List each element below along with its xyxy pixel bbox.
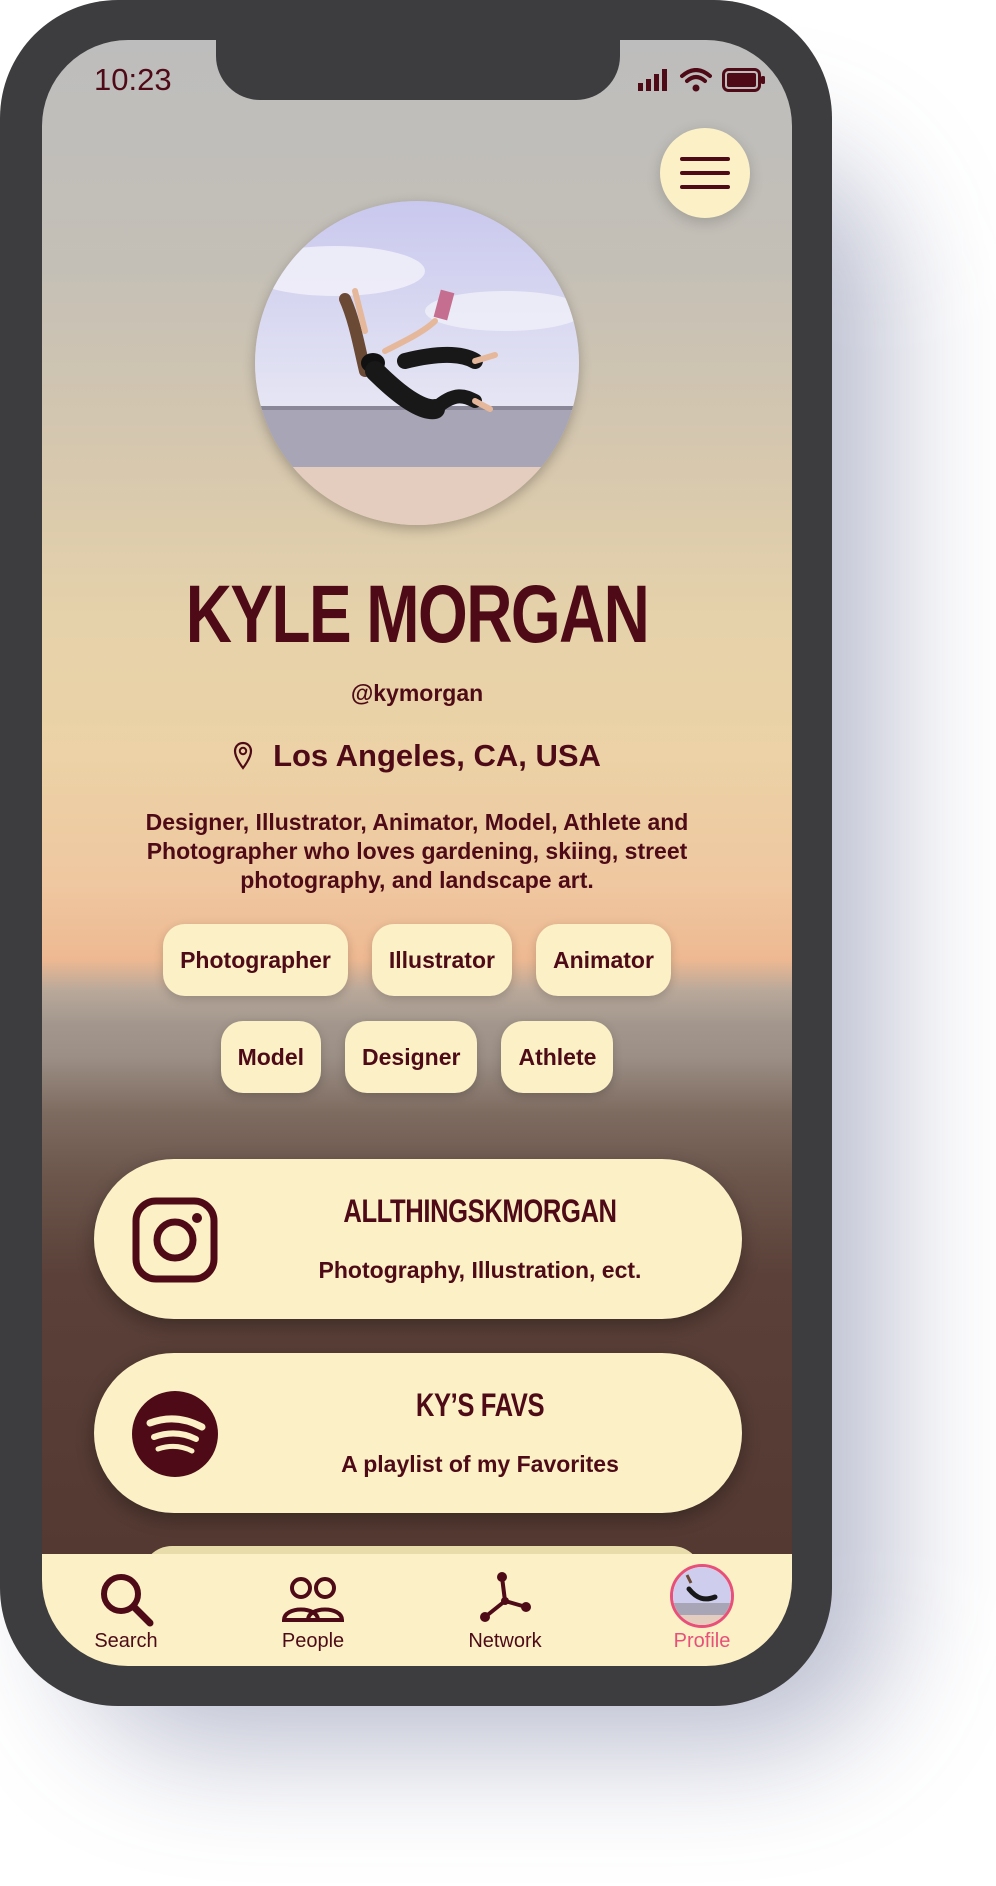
link-title: ALLTHINGSKMORGAN: [343, 1193, 617, 1229]
tab-label: People: [281, 1630, 345, 1652]
profile-location: Los Angeles, CA, USA: [42, 738, 792, 774]
profile-photo: [255, 201, 579, 525]
tag-designer[interactable]: Designer: [345, 1021, 478, 1093]
status-time: 10:23: [94, 62, 172, 97]
tags-row-2: Model Designer Athlete: [42, 1021, 792, 1093]
tab-people[interactable]: People: [243, 1568, 383, 1653]
screen: 10:23 KYLE MORGAN @kymorgan Los Angeles,…: [42, 40, 792, 1666]
tag-illustrator[interactable]: Illustrator: [371, 924, 512, 996]
menu-button[interactable]: [660, 128, 750, 218]
tag-animator[interactable]: Animator: [535, 924, 671, 996]
tab-bar: Search People Network Profile: [42, 1554, 792, 1666]
link-subtitle: A playlist of my Favorites: [341, 1451, 619, 1477]
link-title: KY’S FAVS: [415, 1387, 545, 1423]
spotify-link-card[interactable]: KY’S FAVS A playlist of my Favorites: [94, 1353, 742, 1513]
wifi-icon: [680, 68, 712, 92]
tag-photographer[interactable]: Photographer: [163, 924, 348, 996]
status-icons: [638, 68, 766, 92]
location-text: Los Angeles, CA, USA: [273, 738, 601, 773]
phone-frame: 10:23 KYLE MORGAN @kymorgan Los Angeles,…: [0, 0, 832, 1706]
tag-athlete[interactable]: Athlete: [501, 1021, 614, 1093]
profile-name: KYLE MORGAN: [185, 569, 650, 660]
profile-bio: Designer, Illustrator, Animator, Model, …: [145, 809, 689, 893]
tag-model[interactable]: Model: [220, 1021, 322, 1093]
signal-icon: [638, 69, 667, 91]
network-icon: [480, 1572, 531, 1622]
spotify-icon: [132, 1391, 218, 1477]
people-icon: [281, 1577, 345, 1622]
tags-row-1: Photographer Illustrator Animator: [42, 924, 792, 996]
tab-label: Network: [468, 1630, 542, 1652]
tab-network[interactable]: Network: [435, 1568, 575, 1653]
tab-profile[interactable]: Profile: [632, 1564, 772, 1653]
search-icon: [101, 1574, 154, 1627]
link-subtitle: Photography, Illustration, ect.: [318, 1257, 642, 1283]
instagram-link-card[interactable]: ALLTHINGSKMORGAN Photography, Illustrati…: [94, 1159, 742, 1319]
hamburger-icon: [680, 157, 730, 189]
tab-label: Profile: [673, 1630, 731, 1652]
avatar: [670, 1564, 734, 1628]
notch: [216, 40, 620, 100]
tab-search[interactable]: Search: [56, 1568, 196, 1653]
tab-label: Search: [94, 1630, 158, 1652]
battery-icon: [722, 68, 765, 92]
profile-handle: @kymorgan: [350, 680, 484, 706]
instagram-icon: [132, 1197, 218, 1283]
location-pin-icon: [233, 741, 253, 770]
